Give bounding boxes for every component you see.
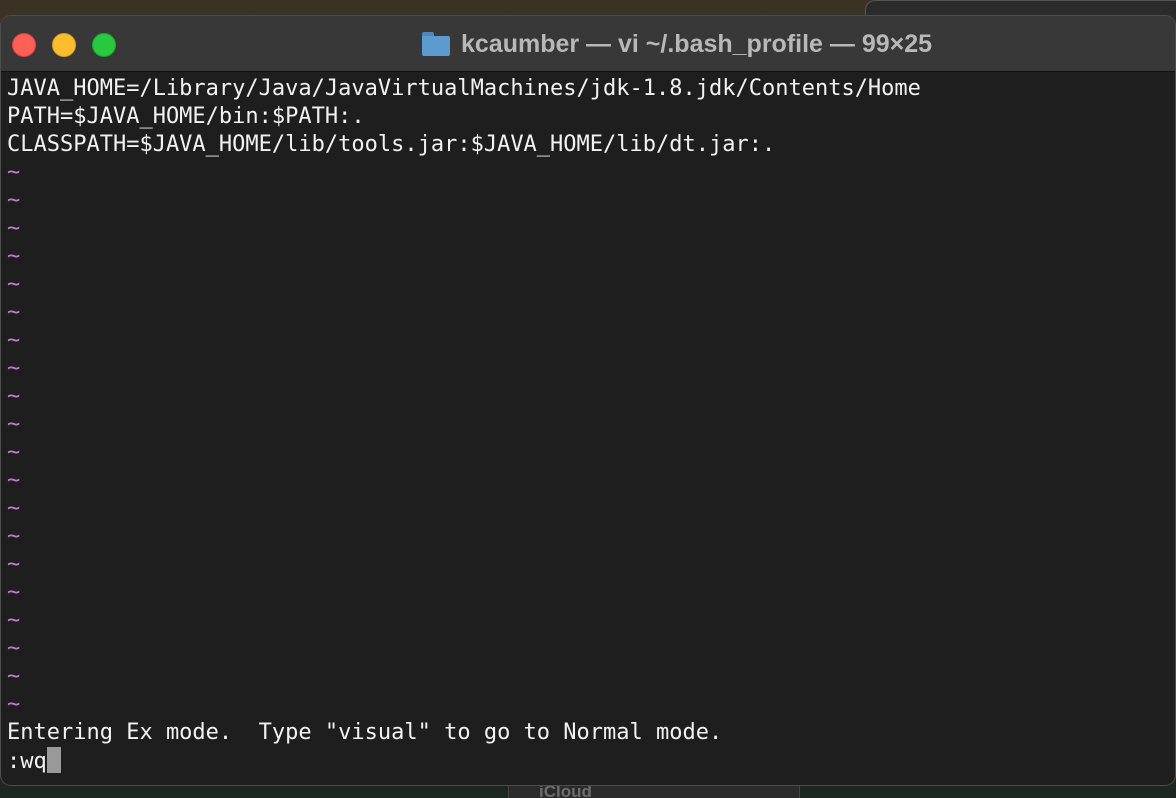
empty-line-marker: ~: [7, 215, 1167, 243]
tilde-marker: ~: [7, 636, 21, 661]
tilde-marker: ~: [7, 524, 21, 549]
tilde-marker: ~: [7, 692, 21, 717]
empty-line-marker: ~: [7, 299, 1167, 327]
empty-line-marker: ~: [7, 607, 1167, 635]
folder-icon: [421, 32, 451, 56]
tilde-marker: ~: [7, 328, 21, 353]
title-bar[interactable]: kcaumber — vi ~/.bash_profile — 99×25: [1, 16, 1175, 72]
tilde-marker: ~: [7, 356, 21, 381]
empty-line-marker: ~: [7, 327, 1167, 355]
tilde-marker: ~: [7, 160, 21, 185]
tilde-marker: ~: [7, 664, 21, 689]
tilde-marker: ~: [7, 496, 21, 521]
tilde-marker: ~: [7, 412, 21, 437]
empty-line-marker: ~: [7, 467, 1167, 495]
terminal-window[interactable]: kcaumber — vi ~/.bash_profile — 99×25 JA…: [0, 15, 1176, 786]
empty-line-marker: ~: [7, 243, 1167, 271]
empty-lines: ~ ~ ~ ~ ~ ~ ~ ~ ~ ~ ~ ~ ~ ~ ~ ~ ~ ~ ~ ~: [7, 159, 1167, 719]
buffer-line: JAVA_HOME=/Library/Java/JavaVirtualMachi…: [7, 76, 921, 101]
empty-line-marker: ~: [7, 579, 1167, 607]
command-line[interactable]: :wq: [7, 747, 1167, 775]
desktop-background: iCloud kcaumber — vi ~/.bash_profile — 9…: [0, 0, 1176, 798]
empty-line-marker: ~: [7, 159, 1167, 187]
window-title: kcaumber — vi ~/.bash_profile — 99×25: [461, 29, 933, 58]
empty-line-marker: ~: [7, 691, 1167, 719]
tilde-marker: ~: [7, 608, 21, 633]
command-text: :wq: [7, 749, 47, 774]
minimize-button[interactable]: [52, 33, 76, 57]
empty-line-marker: ~: [7, 523, 1167, 551]
buffer-line: CLASSPATH=$JAVA_HOME/lib/tools.jar:$JAVA…: [7, 132, 776, 157]
tilde-marker: ~: [7, 216, 21, 241]
editor-buffer[interactable]: JAVA_HOME=/Library/Java/JavaVirtualMachi…: [7, 75, 1167, 775]
status-message: Entering Ex mode. Type "visual" to go to…: [7, 720, 723, 745]
empty-line-marker: ~: [7, 187, 1167, 215]
text-cursor: [46, 747, 61, 773]
tilde-marker: ~: [7, 468, 21, 493]
tilde-marker: ~: [7, 272, 21, 297]
empty-line-marker: ~: [7, 271, 1167, 299]
window-title-group: kcaumber — vi ~/.bash_profile — 99×25: [421, 29, 932, 59]
tilde-marker: ~: [7, 300, 21, 325]
empty-line-marker: ~: [7, 411, 1167, 439]
empty-line-marker: ~: [7, 383, 1167, 411]
empty-line-marker: ~: [7, 663, 1167, 691]
empty-line-marker: ~: [7, 439, 1167, 467]
empty-line-marker: ~: [7, 551, 1167, 579]
tilde-marker: ~: [7, 580, 21, 605]
close-button[interactable]: [12, 33, 36, 57]
tilde-marker: ~: [7, 384, 21, 409]
empty-line-marker: ~: [7, 355, 1167, 383]
maximize-button[interactable]: [92, 33, 116, 57]
empty-line-marker: ~: [7, 495, 1167, 523]
buffer-line: PATH=$JAVA_HOME/bin:$PATH:.: [7, 104, 365, 129]
empty-line-marker: ~: [7, 635, 1167, 663]
tilde-marker: ~: [7, 244, 21, 269]
tilde-marker: ~: [7, 552, 21, 577]
tilde-marker: ~: [7, 440, 21, 465]
tilde-marker: ~: [7, 188, 21, 213]
